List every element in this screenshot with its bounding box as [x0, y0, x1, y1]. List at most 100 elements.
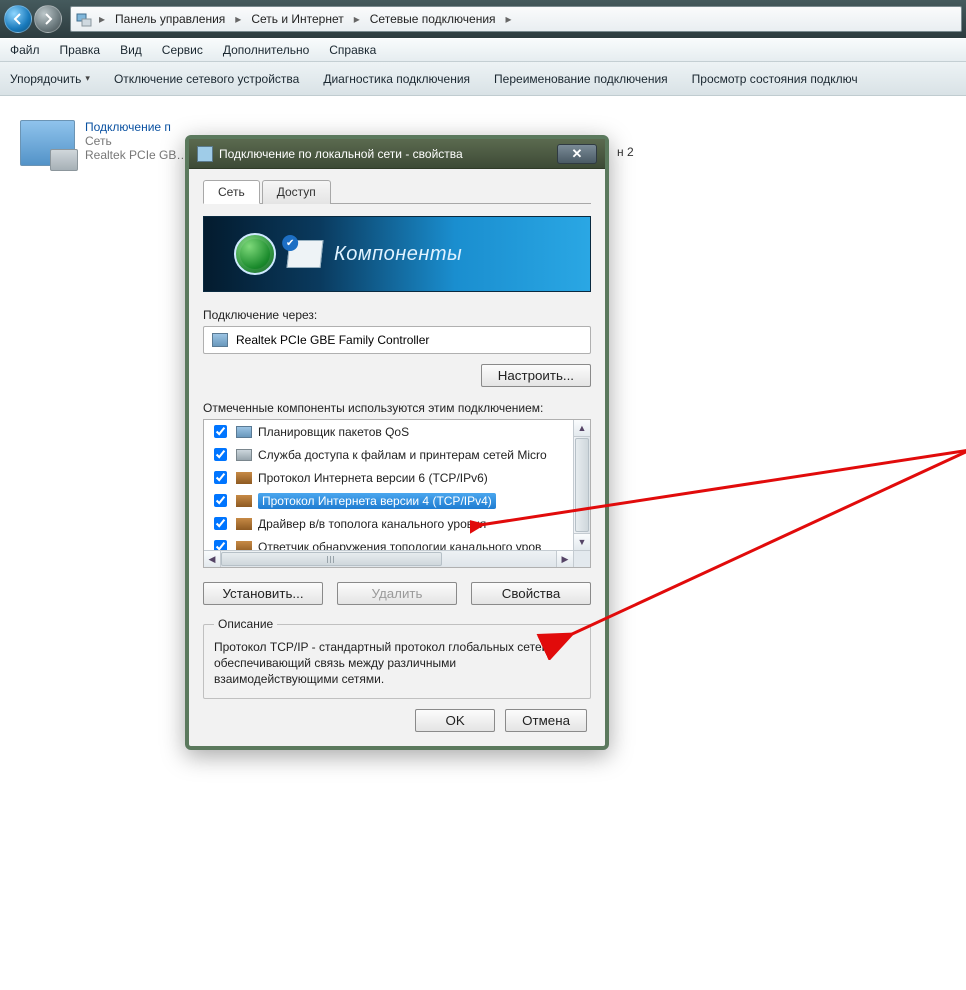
horizontal-scrollbar[interactable]: ◀ ▶: [204, 550, 590, 567]
component-label: Планировщик пакетов QoS: [258, 425, 409, 439]
nav-forward-button[interactable]: [34, 5, 62, 33]
tab-strip: Сеть Доступ: [203, 179, 591, 204]
breadcrumb-segment[interactable]: Сеть и Интернет: [247, 10, 347, 28]
components-label: Отмеченные компоненты используются этим …: [203, 401, 591, 415]
component-checkbox[interactable]: [214, 448, 227, 461]
connection-item[interactable]: Подключение п Сеть Realtek PCIe GB…: [20, 120, 188, 166]
chevron-right-icon: ▸: [354, 12, 360, 26]
configure-button[interactable]: Настроить...: [481, 364, 591, 387]
dialog-titlebar[interactable]: Подключение по локальной сети - свойства…: [189, 139, 605, 169]
menu-help[interactable]: Справка: [325, 41, 380, 59]
scroll-down-button[interactable]: ▼: [574, 533, 590, 550]
install-button[interactable]: Установить...: [203, 582, 323, 605]
tab-network[interactable]: Сеть: [203, 180, 260, 204]
toolbar-label: Просмотр состояния подключ: [692, 72, 858, 86]
menu-file[interactable]: Файл: [6, 41, 44, 59]
remove-button[interactable]: Удалить: [337, 582, 457, 605]
network-folder-icon: [75, 10, 93, 28]
component-label: Протокол Интернета версии 4 (TCP/IPv4): [258, 493, 496, 509]
adapter-field: Realtek PCIe GBE Family Controller: [203, 326, 591, 354]
arrow-left-icon: [12, 13, 24, 25]
globe-icon: [234, 233, 276, 275]
network-connection-icon: [20, 120, 75, 166]
checklist-icon: [287, 240, 324, 268]
component-label: Протокол Интернета версии 6 (TCP/IPv6): [258, 471, 488, 485]
ok-button[interactable]: OK: [415, 709, 495, 732]
protocol-icon: [236, 426, 252, 438]
component-item[interactable]: Ответчик обнаружения топологии канальног…: [204, 535, 573, 550]
component-item[interactable]: Протокол Интернета версии 4 (TCP/IPv4): [204, 489, 573, 512]
command-bar: Упорядочить ▾ Отключение сетевого устрой…: [0, 62, 966, 96]
connection-text: Подключение п Сеть Realtek PCIe GB…: [85, 120, 188, 162]
component-item[interactable]: Протокол Интернета версии 6 (TCP/IPv6): [204, 466, 573, 489]
address-bar: ▸ Панель управления ▸ Сеть и Интернет ▸ …: [0, 0, 966, 38]
properties-button[interactable]: Свойства: [471, 582, 591, 605]
nav-back-button[interactable]: [4, 5, 32, 33]
component-label: Ответчик обнаружения топологии канальног…: [258, 540, 541, 551]
menu-bar: Файл Правка Вид Сервис Дополнительно Спр…: [0, 38, 966, 62]
component-checkbox[interactable]: [214, 494, 227, 507]
scroll-thumb[interactable]: [221, 552, 442, 566]
connection-adapter: Realtek PCIe GB…: [85, 148, 188, 162]
component-label: Драйвер в/в тополога канального уровня: [258, 517, 486, 531]
vertical-scrollbar[interactable]: ▲ ▼: [573, 420, 590, 550]
connection-name-link[interactable]: Подключение п: [85, 120, 171, 134]
description-text: Протокол TCP/IP - стандартный протокол г…: [214, 639, 580, 688]
menu-view[interactable]: Вид: [116, 41, 146, 59]
menu-service[interactable]: Сервис: [158, 41, 207, 59]
scroll-up-button[interactable]: ▲: [574, 420, 590, 437]
scroll-corner: [573, 551, 590, 567]
chevron-right-icon: ▸: [99, 12, 105, 26]
scroll-right-button[interactable]: ▶: [556, 551, 573, 567]
banner-text: Компоненты: [334, 243, 462, 266]
scroll-track[interactable]: [221, 551, 556, 567]
disable-device-button[interactable]: Отключение сетевого устройства: [114, 72, 299, 86]
description-legend: Описание: [214, 617, 277, 631]
breadcrumb-segment[interactable]: Сетевые подключения: [366, 10, 500, 28]
dialog-icon: [197, 146, 213, 162]
component-checkbox[interactable]: [214, 425, 227, 438]
organize-button[interactable]: Упорядочить ▾: [10, 72, 90, 86]
view-status-button[interactable]: Просмотр состояния подключ: [692, 72, 858, 86]
component-item[interactable]: Планировщик пакетов QoS: [204, 420, 573, 443]
adapter-icon: [212, 333, 228, 347]
properties-dialog: Подключение по локальной сети - свойства…: [185, 135, 609, 750]
scroll-thumb[interactable]: [575, 438, 589, 532]
connection-network: Сеть: [85, 134, 112, 148]
cancel-button[interactable]: Отмена: [505, 709, 587, 732]
diagnose-button[interactable]: Диагностика подключения: [323, 72, 470, 86]
close-icon: ✕: [572, 146, 583, 162]
breadcrumb-segment[interactable]: Панель управления: [111, 10, 229, 28]
protocol-icon: [236, 518, 252, 530]
chevron-right-icon: ▸: [235, 12, 241, 26]
component-item[interactable]: Служба доступа к файлам и принтерам сете…: [204, 443, 573, 466]
chevron-right-icon: ▸: [506, 12, 512, 26]
components-banner: Компоненты: [203, 216, 591, 292]
menu-edit[interactable]: Правка: [56, 41, 105, 59]
component-checkbox[interactable]: [214, 471, 227, 484]
arrow-right-icon: [42, 13, 54, 25]
protocol-icon: [236, 472, 252, 484]
rename-button[interactable]: Переименование подключения: [494, 72, 668, 86]
organize-label: Упорядочить: [10, 72, 81, 86]
protocol-icon: [236, 495, 252, 507]
toolbar-label: Переименование подключения: [494, 72, 668, 86]
protocol-icon: [236, 449, 252, 461]
scroll-left-button[interactable]: ◀: [204, 551, 221, 567]
tab-access[interactable]: Доступ: [262, 180, 331, 204]
breadcrumb[interactable]: ▸ Панель управления ▸ Сеть и Интернет ▸ …: [70, 6, 962, 32]
toolbar-label: Диагностика подключения: [323, 72, 470, 86]
component-item[interactable]: Драйвер в/в тополога канального уровня: [204, 512, 573, 535]
description-group: Описание Протокол TCP/IP - стандартный п…: [203, 617, 591, 699]
dialog-close-button[interactable]: ✕: [557, 144, 597, 164]
adapter-name: Realtek PCIe GBE Family Controller: [236, 333, 429, 347]
connection2-fragment: н 2: [617, 145, 634, 159]
protocol-icon: [236, 541, 252, 551]
menu-advanced[interactable]: Дополнительно: [219, 41, 313, 59]
component-label: Служба доступа к файлам и принтерам сете…: [258, 448, 547, 462]
toolbar-label: Отключение сетевого устройства: [114, 72, 299, 86]
chevron-down-icon: ▾: [85, 73, 90, 84]
component-checkbox[interactable]: [214, 517, 227, 530]
components-listbox[interactable]: Планировщик пакетов QoS Служба доступа к …: [203, 419, 591, 568]
component-checkbox[interactable]: [214, 540, 227, 550]
